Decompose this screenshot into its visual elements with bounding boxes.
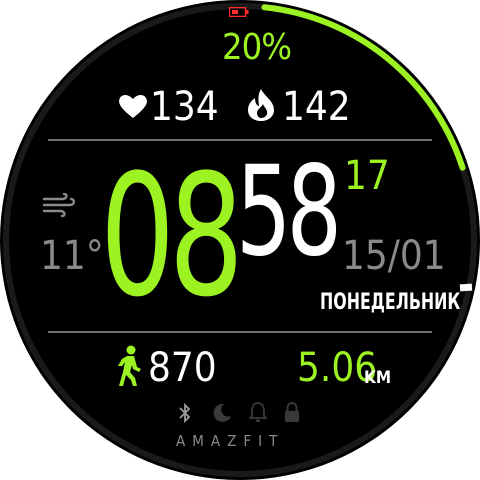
distance-unit: KM <box>364 368 392 388</box>
weekday-label: ПОНЕДЕЛЬНИК <box>320 290 461 315</box>
steps-value: 870 <box>148 345 217 391</box>
walking-icon <box>116 345 142 387</box>
date-value: 15/01 <box>342 233 446 279</box>
battery-percent: 20% <box>222 27 292 68</box>
temperature-value: 11° <box>40 233 104 279</box>
moon-icon <box>212 403 232 423</box>
flame-icon <box>246 88 276 121</box>
battery-icon <box>228 2 249 18</box>
lock-icon <box>283 401 301 423</box>
edge-indicator <box>459 283 473 292</box>
watch-face: 20% 134 142 11° 08 58 17 15/01 ПОНЕДЕЛЬН… <box>0 0 480 480</box>
brand-logo: AMAZFIT <box>176 432 285 450</box>
heart-icon <box>118 93 148 119</box>
minutes-value: 58 <box>236 140 342 284</box>
heart-rate-value: 134 <box>150 84 219 130</box>
bluetooth-icon <box>177 402 193 424</box>
calories-value: 142 <box>282 84 351 130</box>
wind-icon <box>42 192 76 218</box>
bell-icon <box>247 401 269 423</box>
hours-value: 08 <box>100 138 244 334</box>
seconds-value: 17 <box>344 153 390 199</box>
